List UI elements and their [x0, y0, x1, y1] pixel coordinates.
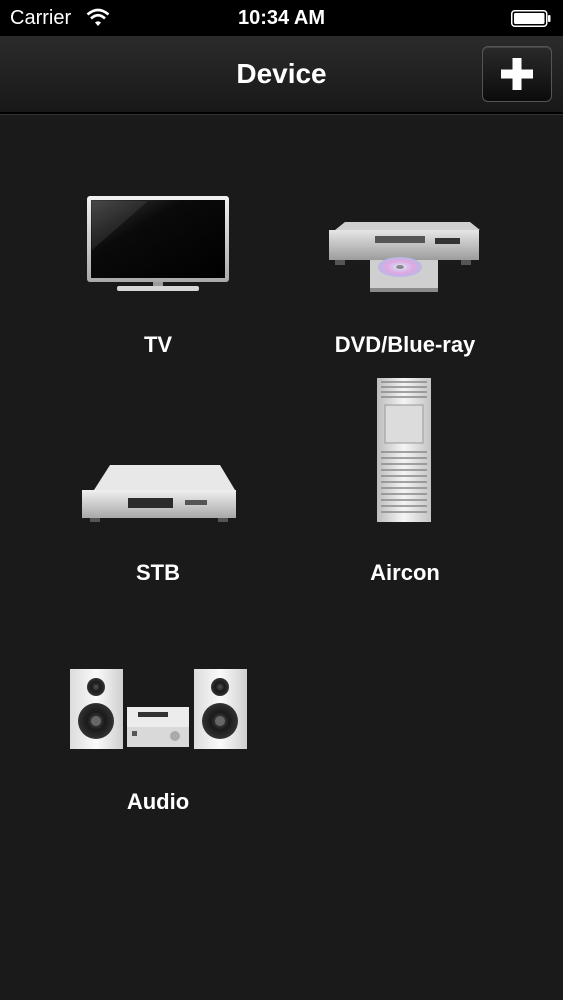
plus-icon [501, 58, 533, 90]
device-stb[interactable]: STB [28, 378, 288, 588]
set-top-box-icon [82, 465, 236, 522]
status-bar: Carrier 10:34 AM [0, 0, 563, 36]
device-audio[interactable]: Audio [28, 607, 288, 817]
device-label-dvd: DVD/Blue-ray [334, 332, 476, 357]
status-time: 10:34 AM [237, 7, 326, 29]
device-label-aircon: Aircon [370, 560, 440, 585]
add-device-button[interactable] [482, 46, 552, 102]
device-aircon[interactable]: Aircon [275, 378, 535, 588]
navigation-bar: Device [0, 36, 563, 114]
audio-system-icon [70, 669, 247, 749]
device-label-stb: STB [136, 560, 180, 585]
tv-icon [87, 196, 229, 291]
air-conditioner-icon [377, 378, 431, 522]
device-tv[interactable]: TV [28, 150, 288, 360]
page-title: Device [236, 58, 327, 89]
device-dvd[interactable]: DVD/Blue-ray [275, 150, 535, 360]
device-label-audio: Audio [126, 789, 190, 814]
battery-icon [511, 10, 551, 27]
dvd-player-icon [329, 222, 480, 292]
device-label-tv: TV [143, 332, 173, 357]
